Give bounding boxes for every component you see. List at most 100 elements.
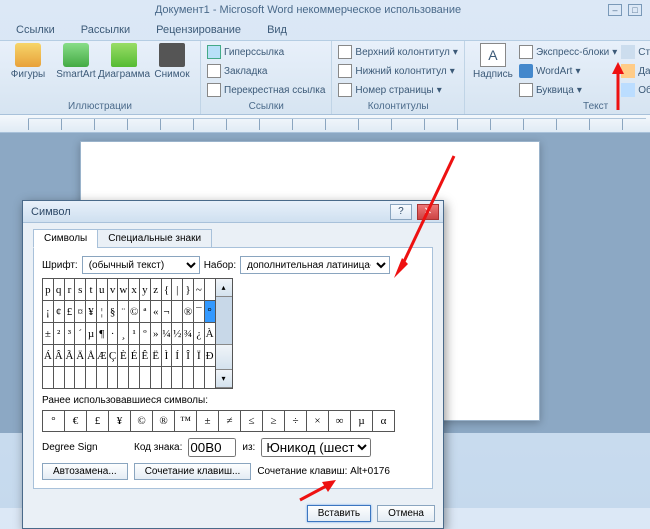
- recent-symbol[interactable]: ®: [152, 410, 175, 432]
- from-select[interactable]: Юникод (шестн.): [261, 438, 371, 457]
- symbol-cell[interactable]: s: [75, 279, 86, 301]
- recent-symbol[interactable]: ≥: [262, 410, 285, 432]
- recent-symbol[interactable]: £: [86, 410, 109, 432]
- object-button[interactable]: Объект ▾: [621, 81, 650, 99]
- symbol-cell[interactable]: ¢: [54, 301, 65, 323]
- recent-symbol[interactable]: °: [42, 410, 65, 432]
- symbol-cell[interactable]: q: [54, 279, 65, 301]
- symbol-cell[interactable]: ¹: [129, 323, 140, 345]
- symbol-cell[interactable]: ¼: [162, 323, 173, 345]
- symbol-cell[interactable]: y: [140, 279, 151, 301]
- symbol-cell[interactable]: {: [162, 279, 173, 301]
- dropcap-button[interactable]: Буквица ▾: [519, 81, 617, 99]
- symbol-cell[interactable]: §: [108, 301, 119, 323]
- symbol-cell[interactable]: ²: [54, 323, 65, 345]
- symbol-cell[interactable]: º: [140, 323, 151, 345]
- symbol-cell[interactable]: Ì: [162, 345, 173, 367]
- symbol-cell[interactable]: [205, 367, 216, 389]
- symbol-cell[interactable]: Á: [43, 345, 54, 367]
- recent-symbol[interactable]: α: [372, 410, 395, 432]
- recent-symbol[interactable]: ×: [306, 410, 329, 432]
- datetime-button[interactable]: Дата и время: [621, 62, 650, 80]
- symbol-grid[interactable]: pqrstuvwxyz{|}~¡¢£¤¥¦§¨©ª«¬®¯°±²³´µ¶·¸¹º…: [42, 278, 216, 389]
- symbol-cell[interactable]: w: [118, 279, 129, 301]
- recent-symbol[interactable]: ©: [130, 410, 153, 432]
- symbol-cell[interactable]: ½: [172, 323, 183, 345]
- symbol-cell[interactable]: °: [205, 301, 216, 323]
- symbol-cell[interactable]: ¬: [162, 301, 173, 323]
- symbol-cell[interactable]: [140, 367, 151, 389]
- close-icon[interactable]: ✕: [417, 204, 439, 220]
- bookmark-button[interactable]: Закладка: [207, 62, 325, 80]
- horizontal-ruler[interactable]: [0, 115, 650, 133]
- symbol-cell[interactable]: u: [97, 279, 108, 301]
- textbox-button[interactable]: AНадпись: [471, 43, 515, 80]
- wordart-button[interactable]: WordArt ▾: [519, 62, 617, 80]
- symbol-cell[interactable]: ¤: [75, 301, 86, 323]
- recent-symbol[interactable]: ∞: [328, 410, 351, 432]
- recent-symbol[interactable]: €: [64, 410, 87, 432]
- maximize-icon[interactable]: □: [628, 4, 642, 16]
- tab-review[interactable]: Рецензирование: [150, 22, 247, 40]
- symbol-cell[interactable]: [75, 367, 86, 389]
- symbol-cell[interactable]: ¶: [97, 323, 108, 345]
- minimize-icon[interactable]: –: [608, 4, 622, 16]
- symbol-cell[interactable]: Ð: [205, 345, 216, 367]
- symbol-cell[interactable]: r: [65, 279, 76, 301]
- quickparts-button[interactable]: Экспресс-блоки ▾: [519, 43, 617, 61]
- pagenum-button[interactable]: Номер страницы ▾: [338, 81, 458, 99]
- symbol-cell[interactable]: ¨: [118, 301, 129, 323]
- symbol-cell[interactable]: }: [183, 279, 194, 301]
- symbol-cell[interactable]: »: [151, 323, 162, 345]
- symbol-cell[interactable]: [151, 367, 162, 389]
- symbol-cell[interactable]: ·: [108, 323, 119, 345]
- symbol-cell[interactable]: [129, 367, 140, 389]
- symbol-cell[interactable]: Ç: [108, 345, 119, 367]
- symbol-cell[interactable]: [194, 367, 205, 389]
- symbol-cell[interactable]: Í: [172, 345, 183, 367]
- symbol-cell[interactable]: ³: [65, 323, 76, 345]
- hyperlink-button[interactable]: Гиперссылка: [207, 43, 325, 61]
- symbol-cell[interactable]: Ë: [151, 345, 162, 367]
- symbol-cell[interactable]: x: [129, 279, 140, 301]
- sigline-button[interactable]: Строка подписи ▾: [621, 43, 650, 61]
- recent-symbols[interactable]: °€£¥©®™±≠≤≥÷×∞µα: [42, 410, 424, 432]
- help-icon[interactable]: ?: [390, 204, 412, 220]
- symbol-cell[interactable]: ©: [129, 301, 140, 323]
- recent-symbol[interactable]: ¥: [108, 410, 131, 432]
- symbol-cell[interactable]: z: [151, 279, 162, 301]
- autocorrect-button[interactable]: Автозамена...: [42, 463, 128, 480]
- symbol-cell[interactable]: [65, 367, 76, 389]
- set-select[interactable]: дополнительная латиница-1: [240, 256, 390, 274]
- symbol-cell[interactable]: ®: [183, 301, 194, 323]
- tab-references[interactable]: Ссылки: [10, 22, 61, 40]
- symbol-cell[interactable]: t: [86, 279, 97, 301]
- symbol-cell[interactable]: [162, 367, 173, 389]
- symbol-cell[interactable]: É: [129, 345, 140, 367]
- symbol-cell[interactable]: [172, 367, 183, 389]
- symbol-cell[interactable]: Ã: [65, 345, 76, 367]
- symbol-cell[interactable]: [97, 367, 108, 389]
- crossref-button[interactable]: Перекрестная ссылка: [207, 81, 325, 99]
- symbol-cell[interactable]: Î: [183, 345, 194, 367]
- symbol-cell[interactable]: À: [205, 323, 216, 345]
- symbol-cell[interactable]: v: [108, 279, 119, 301]
- symbol-cell[interactable]: £: [65, 301, 76, 323]
- symbol-cell[interactable]: [172, 301, 183, 323]
- symbol-cell[interactable]: [43, 367, 54, 389]
- symbol-cell[interactable]: ¯: [194, 301, 205, 323]
- recent-symbol[interactable]: ™: [174, 410, 197, 432]
- symbol-cell[interactable]: |: [172, 279, 183, 301]
- recent-symbol[interactable]: µ: [350, 410, 373, 432]
- chart-button[interactable]: Диаграмма: [102, 43, 146, 80]
- symbol-cell[interactable]: [183, 367, 194, 389]
- symbol-cell[interactable]: «: [151, 301, 162, 323]
- symbol-cell[interactable]: Ê: [140, 345, 151, 367]
- tab-view[interactable]: Вид: [261, 22, 293, 40]
- shapes-button[interactable]: Фигуры: [6, 43, 50, 80]
- smartart-button[interactable]: SmartArt: [54, 43, 98, 80]
- symbol-cell[interactable]: Æ: [97, 345, 108, 367]
- recent-symbol[interactable]: ±: [196, 410, 219, 432]
- symbol-cell[interactable]: ¦: [97, 301, 108, 323]
- recent-symbol[interactable]: ≤: [240, 410, 263, 432]
